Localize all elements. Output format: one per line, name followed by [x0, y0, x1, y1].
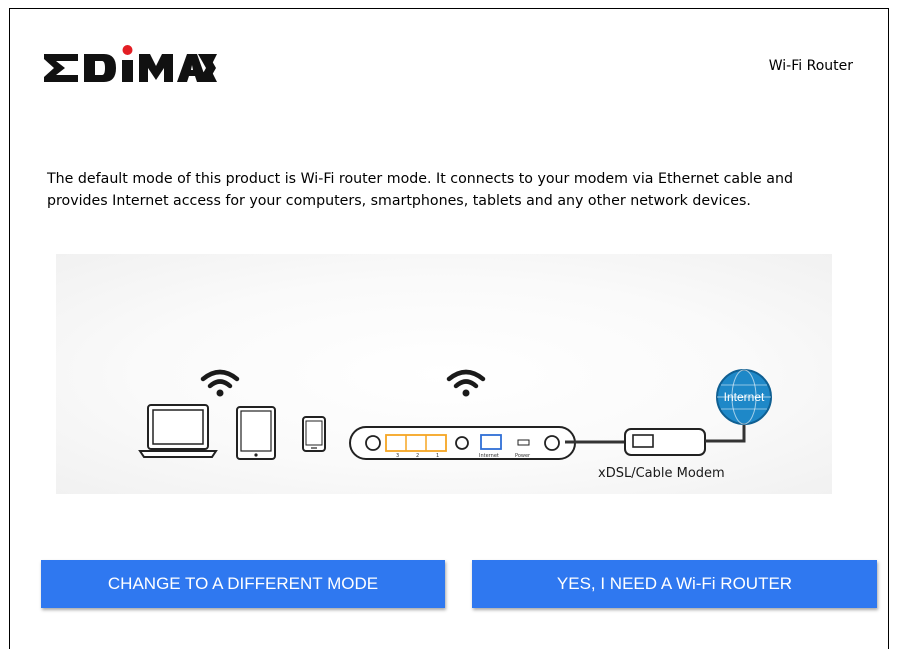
- modem-icon: [624, 428, 706, 456]
- change-mode-button[interactable]: CHANGE TO A DIFFERENT MODE: [41, 560, 445, 608]
- lan-port-label-1: 1: [436, 453, 439, 459]
- edimax-logo: [44, 45, 217, 82]
- tablet-icon: [236, 406, 276, 460]
- modem-label: xDSL/Cable Modem: [598, 466, 725, 481]
- internet-label: Internet: [724, 390, 765, 404]
- globe-icon: Internet: [716, 369, 772, 425]
- mode-description: The default mode of this product is Wi-F…: [47, 171, 793, 209]
- router-icon: 3 2 1 Internet Power: [349, 426, 576, 460]
- lan-port-label-2: 2: [416, 453, 419, 459]
- smartphone-icon: [302, 416, 326, 452]
- wifi-icon: [200, 369, 240, 397]
- product-name: Wi-Fi Router: [768, 58, 853, 74]
- internet-port-label: Internet: [479, 453, 499, 459]
- lan-port-label-3: 3: [396, 453, 399, 459]
- laptop-icon: [138, 404, 218, 458]
- yes-router-button[interactable]: YES, I NEED A Wi-Fi ROUTER: [472, 560, 877, 608]
- power-label: Power: [515, 453, 531, 459]
- wifi-icon: [446, 369, 486, 397]
